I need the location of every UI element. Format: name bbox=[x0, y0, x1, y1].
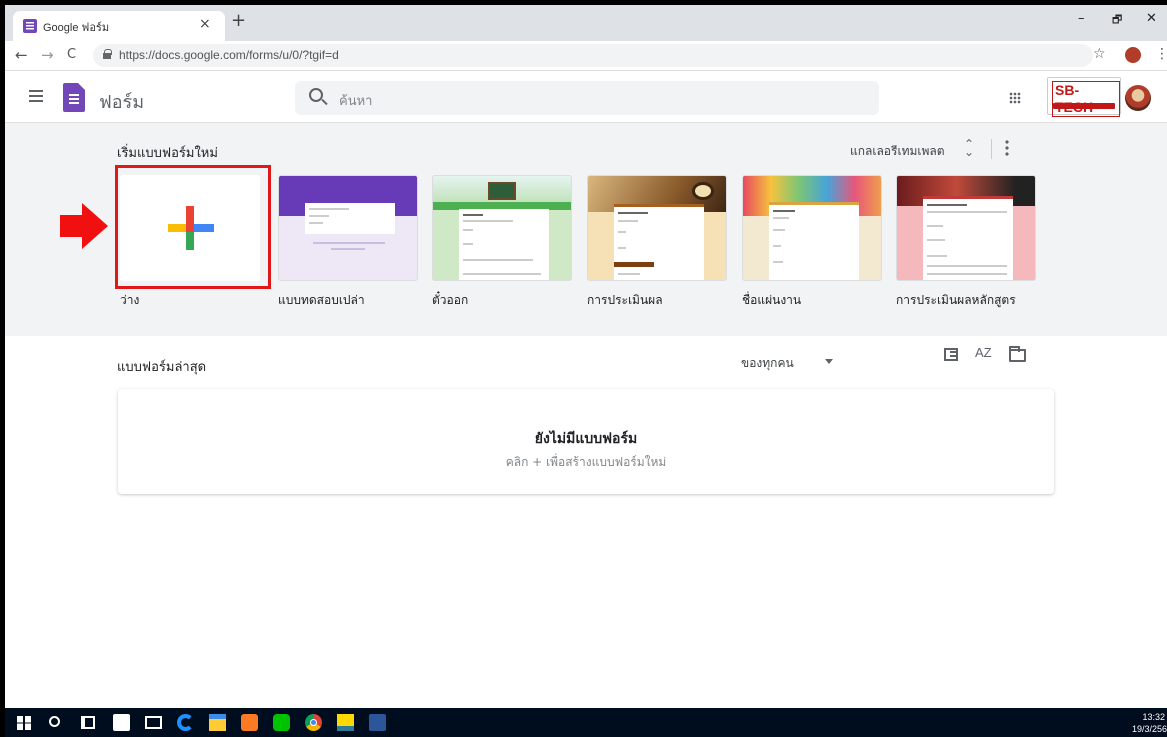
close-window-button[interactable]: ✕ bbox=[1146, 11, 1157, 26]
template-preview-line bbox=[313, 242, 385, 244]
browser-tab-strip: Google ฟอร์ม × + – 🗗 ✕ bbox=[5, 5, 1167, 41]
sort-az-icon[interactable]: AZ bbox=[975, 345, 992, 360]
word-icon[interactable] bbox=[369, 714, 386, 731]
highlight-box-annotation bbox=[115, 165, 271, 289]
mail-icon[interactable] bbox=[145, 716, 162, 729]
recent-forms-title: แบบฟอร์มล่าสุด bbox=[117, 360, 207, 375]
template-label-quiz[interactable]: แบบทดสอบเปล่า bbox=[278, 291, 365, 310]
brand-logo: SB-TECH bbox=[1047, 77, 1121, 117]
template-blank-quiz[interactable] bbox=[278, 175, 418, 281]
template-preview-card bbox=[614, 204, 704, 280]
template-label-worksheet[interactable]: ชื่อแผ่นงาน bbox=[742, 291, 801, 310]
search-placeholder: ค้นหา bbox=[339, 94, 373, 109]
app-header: ฟอร์ม ค้นหา SB-TECH bbox=[5, 72, 1167, 123]
restore-button[interactable]: 🗗 bbox=[1112, 11, 1122, 30]
url-text: https://docs.google.com/forms/u/0/?tgif=… bbox=[119, 48, 339, 62]
windows-taskbar: 13:32 19/3/256 bbox=[5, 708, 1167, 737]
template-gallery: เริ่มแบบฟอร์มใหม่ แกลเลอรีเทมเพลต ⌃ ⌄ ว่า… bbox=[5, 123, 1167, 336]
template-course-evaluation[interactable] bbox=[896, 175, 1036, 281]
line-icon[interactable] bbox=[273, 714, 290, 731]
template-preview-card bbox=[459, 206, 549, 280]
coffee-cup-illustration bbox=[692, 182, 714, 200]
file-explorer-icon[interactable] bbox=[209, 714, 226, 731]
template-preview-card bbox=[305, 200, 395, 234]
expand-collapse-icon[interactable]: ⌃ ⌄ bbox=[964, 138, 974, 158]
template-preview-card bbox=[769, 202, 859, 280]
back-button[interactable]: ← bbox=[15, 46, 28, 64]
brand-logo-strip bbox=[1053, 103, 1115, 109]
list-view-icon[interactable] bbox=[944, 348, 958, 361]
sticky-notes-icon[interactable] bbox=[337, 714, 354, 731]
brand-logo-text: SB-TECH bbox=[1052, 81, 1120, 117]
template-label-evaluation[interactable]: การประเมินผล bbox=[587, 291, 663, 310]
template-gallery-toggle[interactable]: แกลเลอรีเทมเพลต bbox=[850, 142, 945, 161]
browser-menu-icon[interactable]: ⋮ bbox=[1155, 46, 1167, 62]
empty-state-hint: คลิก + เพื่อสร้างแบบฟอร์มใหม่ bbox=[505, 455, 667, 469]
main-menu-icon[interactable] bbox=[29, 90, 43, 102]
forward-button[interactable]: → bbox=[41, 46, 54, 64]
empty-state-title: ยังไม่มีแบบฟอร์ม bbox=[534, 431, 638, 447]
template-evaluation[interactable] bbox=[587, 175, 727, 281]
sign-illustration bbox=[488, 182, 516, 200]
forms-favicon-icon bbox=[23, 19, 37, 33]
google-apps-icon[interactable] bbox=[1009, 92, 1021, 104]
minimize-button[interactable]: – bbox=[1078, 11, 1085, 26]
xampp-icon[interactable] bbox=[241, 714, 258, 731]
red-arrow-head bbox=[82, 203, 108, 249]
account-avatar[interactable] bbox=[1125, 85, 1151, 111]
forms-logo-icon[interactable] bbox=[63, 83, 85, 112]
profile-avatar[interactable] bbox=[1125, 47, 1141, 63]
task-view-icon[interactable] bbox=[81, 716, 95, 729]
divider bbox=[991, 139, 992, 159]
edge-icon[interactable] bbox=[177, 714, 194, 731]
windows-start-icon[interactable] bbox=[17, 716, 31, 730]
address-bar[interactable]: https://docs.google.com/forms/u/0/?tgif=… bbox=[93, 44, 1093, 67]
red-arrow-annotation bbox=[60, 215, 82, 237]
template-label-course-evaluation[interactable]: การประเมินผลหลักสูตร bbox=[896, 291, 1016, 310]
template-preview-line bbox=[331, 248, 365, 250]
template-preview-card bbox=[923, 196, 1013, 280]
clock-date[interactable]: 19/3/256 bbox=[1132, 724, 1167, 734]
search-icon[interactable] bbox=[309, 88, 323, 102]
template-tickets[interactable] bbox=[432, 175, 572, 281]
tab-title: Google ฟอร์ม bbox=[43, 22, 110, 34]
search-icon[interactable] bbox=[49, 716, 60, 727]
empty-state-card: ยังไม่มีแบบฟอร์ม คลิก + เพื่อสร้างแบบฟอร… bbox=[118, 389, 1054, 494]
template-label-tickets[interactable]: ตั๋วออก bbox=[432, 291, 468, 310]
search-input[interactable]: ค้นหา bbox=[295, 81, 879, 115]
tab-close-icon[interactable]: × bbox=[199, 16, 211, 32]
reload-button[interactable]: C bbox=[67, 47, 76, 62]
folder-icon[interactable] bbox=[1009, 346, 1026, 362]
more-options-icon[interactable] bbox=[1005, 139, 1009, 157]
browser-tab[interactable]: Google ฟอร์ม × bbox=[13, 11, 225, 41]
template-worksheet[interactable] bbox=[742, 175, 882, 281]
app-title[interactable]: ฟอร์ม bbox=[99, 87, 144, 116]
new-tab-button[interactable]: + bbox=[231, 12, 246, 30]
chrome-icon[interactable] bbox=[305, 714, 322, 731]
bookmark-star-icon[interactable]: ☆ bbox=[1093, 46, 1106, 62]
owner-filter-dropdown[interactable]: ของทุกคน bbox=[741, 354, 794, 373]
store-icon[interactable] bbox=[113, 714, 130, 731]
template-label-blank[interactable]: ว่าง bbox=[120, 291, 139, 310]
clock-time[interactable]: 13:32 bbox=[1142, 712, 1165, 722]
gallery-title: เริ่มแบบฟอร์มใหม่ bbox=[117, 146, 218, 161]
lock-icon bbox=[103, 49, 112, 59]
chevron-down-icon[interactable] bbox=[825, 359, 833, 364]
browser-toolbar: ← → C https://docs.google.com/forms/u/0/… bbox=[5, 41, 1167, 71]
screen: Google ฟอร์ม × + – 🗗 ✕ ← → C https://doc… bbox=[5, 5, 1167, 737]
